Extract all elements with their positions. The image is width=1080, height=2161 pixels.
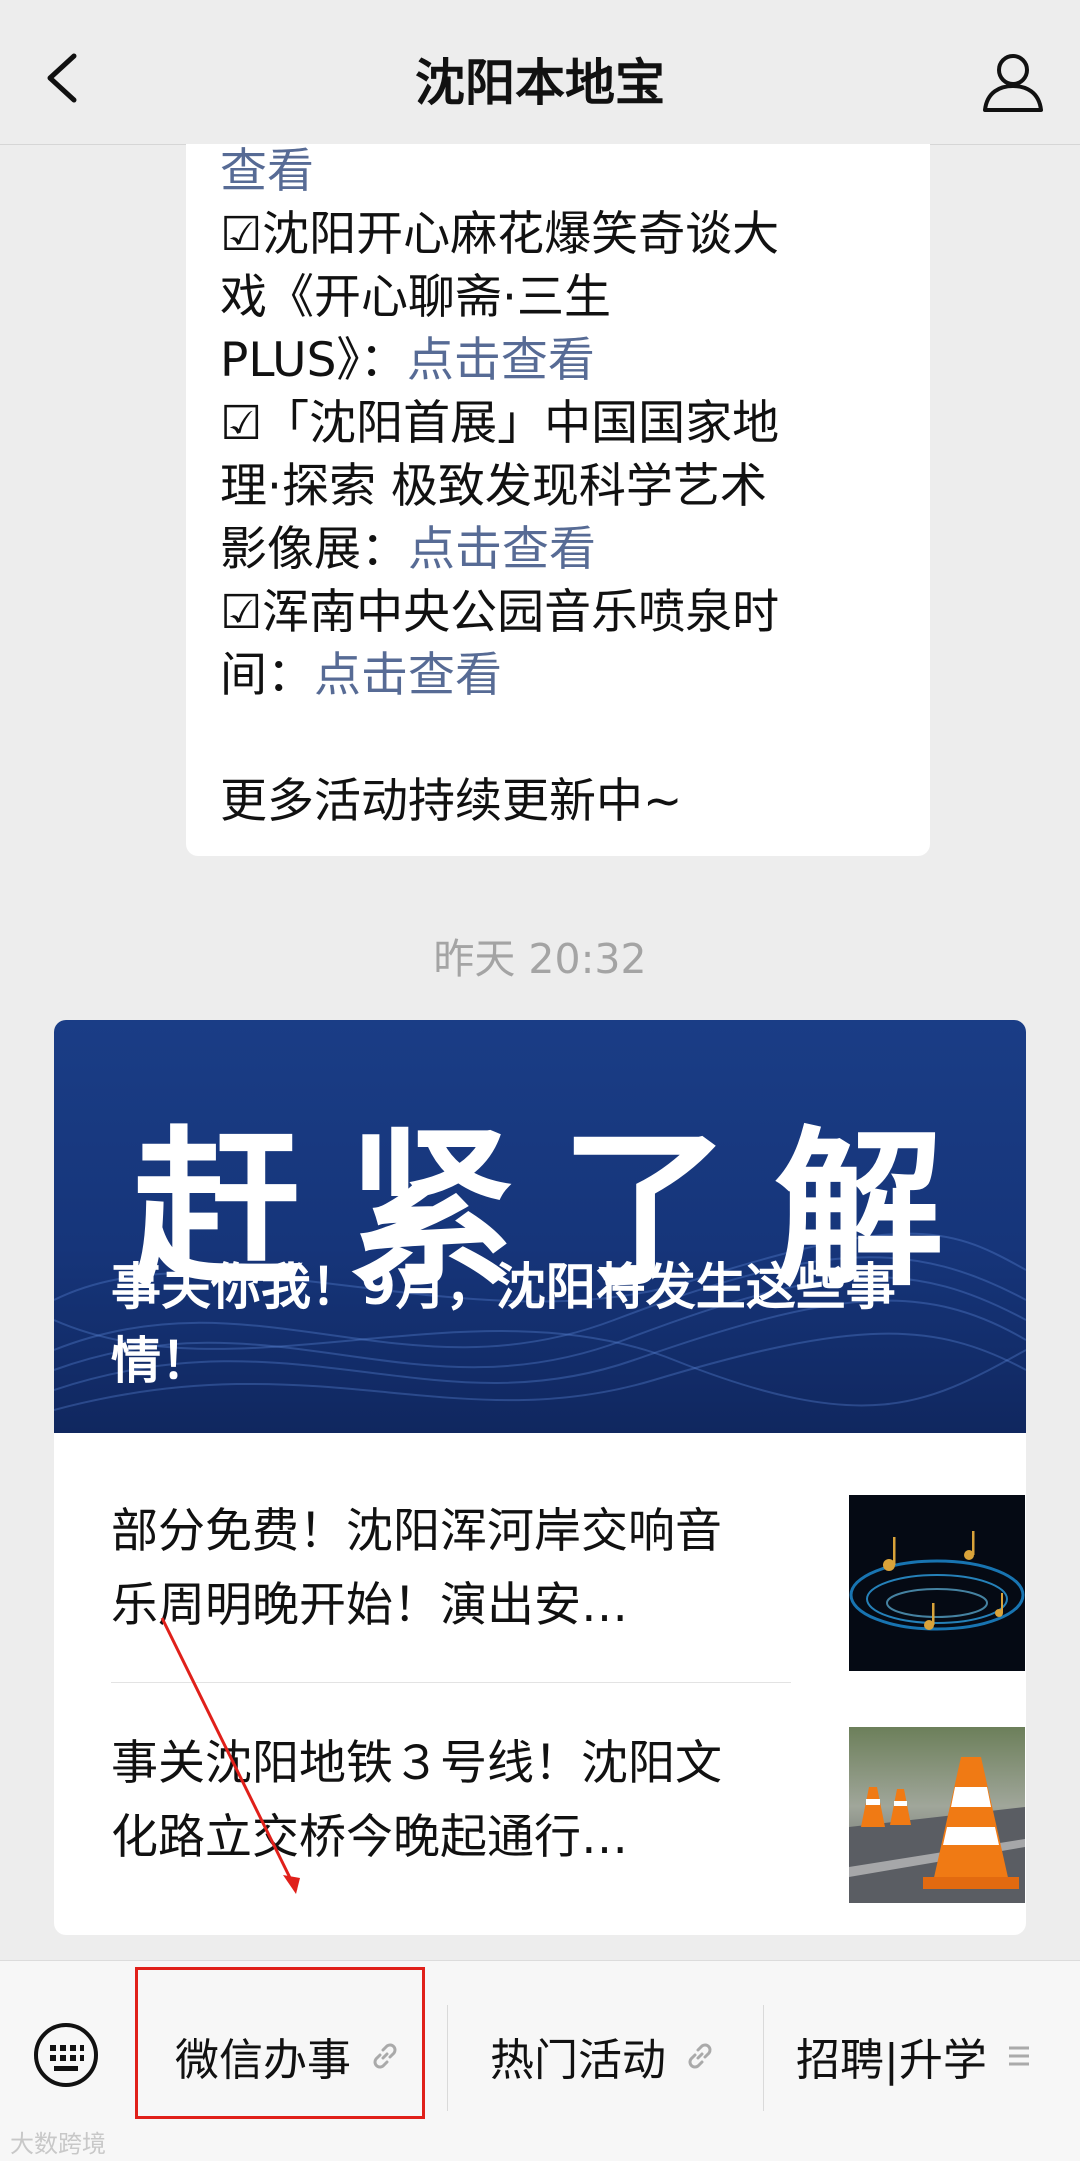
- menu-separator: [447, 2005, 448, 2111]
- watermark: 大数跨境: [10, 2130, 106, 2158]
- keyboard-icon[interactable]: [32, 2021, 100, 2089]
- annotation-arrow: [160, 1617, 300, 1894]
- highlight-box: [135, 1967, 425, 2119]
- menu-separator: [763, 2005, 764, 2111]
- menu-lines-icon: [1008, 2046, 1029, 2066]
- menu-item-label: 招聘|升学: [796, 2035, 987, 2086]
- menu-item-jobs-education[interactable]: 招聘|升学: [796, 2001, 1033, 2111]
- link-icon: [688, 2043, 712, 2069]
- menu-item-hot-events[interactable]: 热门活动: [490, 2001, 716, 2111]
- menu-item-label: 热门活动: [490, 2035, 666, 2086]
